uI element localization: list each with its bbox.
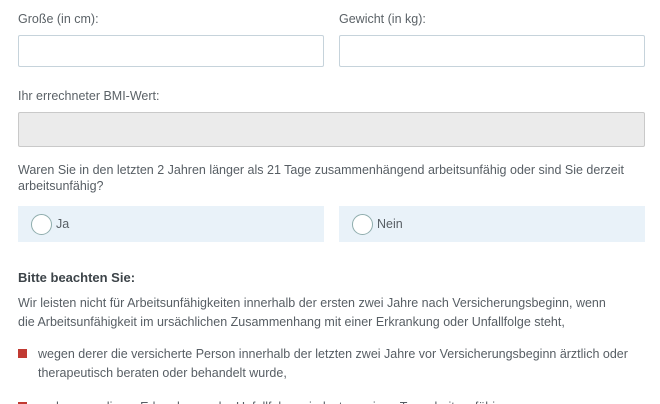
notice-bullet-list: wegen derer die versicherte Person inner…: [18, 345, 645, 404]
square-bullet-icon: [18, 349, 27, 358]
list-item: und wegen dieser Erkrankung oder Unfallf…: [18, 398, 633, 404]
radio-unchecked-icon: [352, 214, 373, 235]
radio-option-ja[interactable]: Ja: [18, 206, 324, 242]
weight-field-label: Gewicht (in kg):: [339, 12, 645, 26]
weight-input[interactable]: [339, 35, 645, 67]
radio-unchecked-icon: [31, 214, 52, 235]
height-input[interactable]: [18, 35, 324, 67]
bullet-text: und wegen dieser Erkrankung oder Unfallf…: [38, 398, 528, 404]
weight-field-group: Gewicht (in kg):: [339, 12, 645, 67]
radio-option-nein[interactable]: Nein: [339, 206, 645, 242]
notice-heading: Bitte beachten Sie:: [18, 270, 645, 285]
notice-section: Bitte beachten Sie: Wir leisten nicht fü…: [18, 270, 645, 404]
radio-option-ja-label: Ja: [56, 217, 69, 231]
incapacity-question: Waren Sie in den letzten 2 Jahren länger…: [18, 162, 645, 194]
bmi-result-input: [18, 112, 645, 147]
bmi-field-label: Ihr errechneter BMI-Wert:: [18, 89, 645, 103]
bmi-field-group: Ihr errechneter BMI-Wert:: [18, 89, 645, 147]
radio-option-nein-label: Nein: [377, 217, 403, 231]
notice-intro: Wir leisten nicht für Arbeitsunfähigkeit…: [18, 294, 618, 332]
height-weight-row: Große (in cm): Gewicht (in kg):: [18, 12, 645, 67]
bullet-text: wegen derer die versicherte Person inner…: [38, 345, 633, 383]
height-field-group: Große (in cm):: [18, 12, 324, 67]
bmi-health-form: Große (in cm): Gewicht (in kg): Ihr erre…: [0, 0, 660, 404]
height-field-label: Große (in cm):: [18, 12, 324, 26]
list-item: wegen derer die versicherte Person inner…: [18, 345, 633, 383]
incapacity-options: Ja Nein: [18, 206, 645, 242]
